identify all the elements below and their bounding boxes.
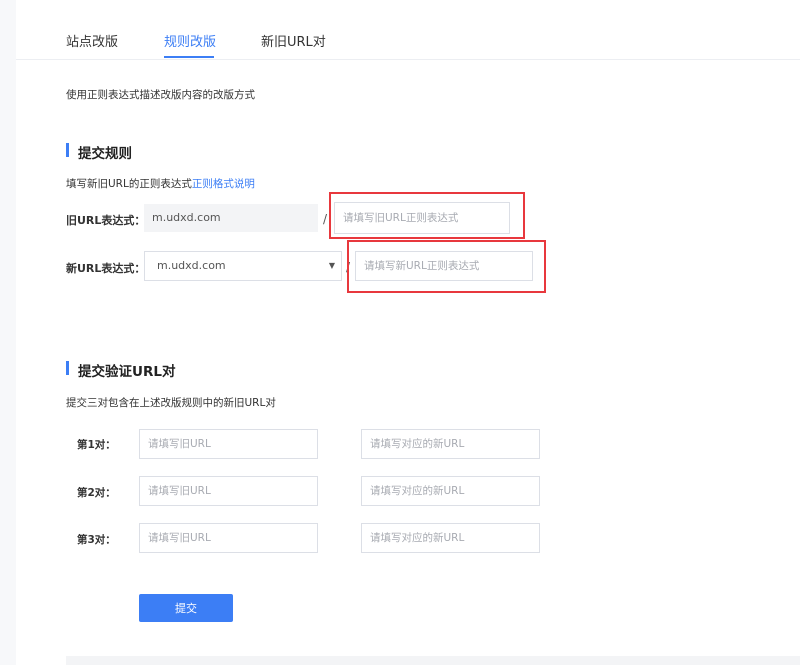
rule-hint: 填写新旧URL的正则表达式正则格式说明 (66, 176, 255, 191)
intro-text: 使用正则表达式描述改版内容的改版方式 (66, 89, 255, 101)
verify-section-title: 提交验证URL对 (66, 360, 175, 380)
pair-3-new-url-input[interactable] (361, 523, 540, 553)
new-url-expression-label: 新URL表达式： (66, 262, 146, 275)
tab-rule-revision[interactable]: 规则改版 (164, 31, 216, 50)
pair-3-old-url-input[interactable] (139, 523, 318, 553)
pair-2-old-url-input[interactable] (139, 476, 318, 506)
pair-2-new-url-input[interactable] (361, 476, 540, 506)
pair-1-label: 第1对： (77, 439, 116, 451)
chevron-down-icon: ▼ (328, 261, 335, 270)
new-domain-select[interactable]: m.udxd.com ▼ (144, 251, 342, 281)
tab-url-pairs[interactable]: 新旧URL对 (261, 31, 326, 50)
rule-section-title: 提交规则 (66, 142, 132, 162)
new-domain-value: m.udxd.com (157, 259, 226, 272)
rule-hint-text: 填写新旧URL的正则表达式 (66, 178, 192, 190)
active-tab-indicator (164, 56, 214, 58)
verify-hint: 提交三对包含在上述改版规则中的新旧URL对 (66, 397, 276, 409)
old-separator: / (323, 212, 328, 226)
pair-3-label: 第3对： (77, 534, 116, 546)
regex-format-help-link[interactable]: 正则格式说明 (192, 178, 255, 190)
pair-1-old-url-input[interactable] (139, 429, 318, 459)
tab-bar: 站点改版 规则改版 新旧URL对 (16, 0, 800, 60)
submit-button[interactable]: 提交 (139, 594, 233, 622)
tab-site-revision[interactable]: 站点改版 (66, 31, 118, 50)
old-url-expression-label: 旧URL表达式： (66, 214, 146, 227)
pair-2-label: 第2对： (77, 487, 116, 499)
old-url-regex-input[interactable] (334, 202, 510, 234)
new-separator: / (346, 260, 351, 274)
new-url-regex-input[interactable] (355, 251, 533, 281)
footer-strip (66, 656, 800, 665)
old-domain-display: m.udxd.com (144, 204, 318, 232)
pair-1-new-url-input[interactable] (361, 429, 540, 459)
main-panel: 站点改版 规则改版 新旧URL对 使用正则表达式描述改版内容的改版方式 提交规则… (16, 0, 800, 665)
